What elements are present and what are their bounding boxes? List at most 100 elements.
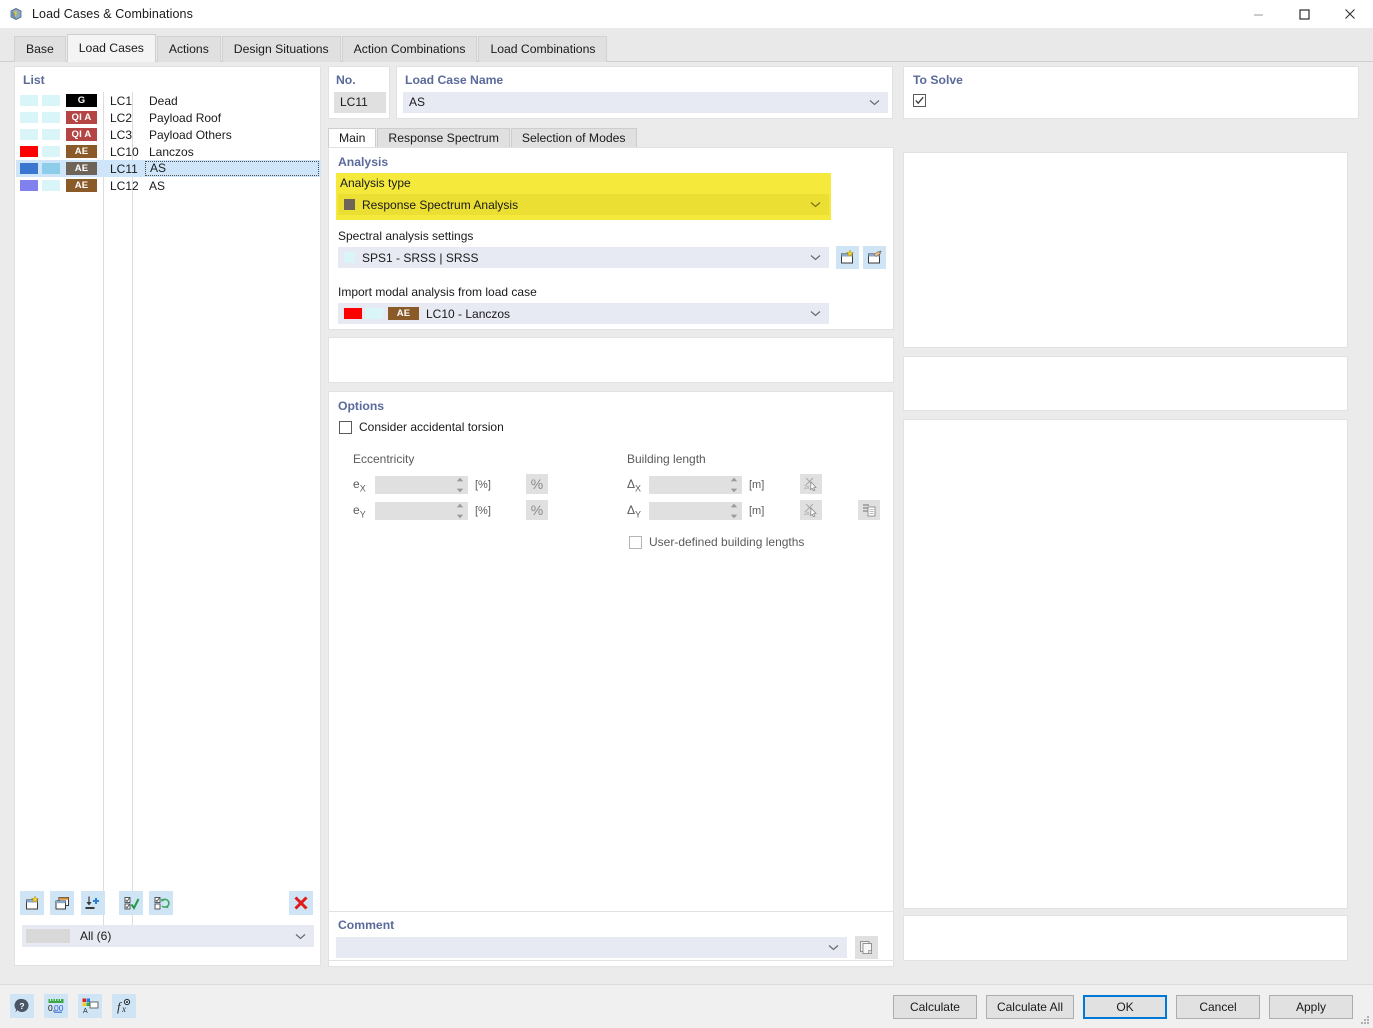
row-color-swatch-2: [42, 95, 60, 106]
delete-load-case-button[interactable]: [289, 891, 313, 915]
building-length-x-unit: [m]: [749, 479, 765, 491]
row-category-badge: QI A: [66, 111, 97, 124]
import-modal-value: LC10 - Lanczos: [426, 306, 511, 321]
list-item[interactable]: G LC1 Dead: [16, 92, 321, 109]
help-icon[interactable]: ?: [10, 994, 34, 1018]
svg-text:A: A: [83, 1008, 88, 1015]
copy-load-case-button[interactable]: [50, 891, 75, 915]
row-category-badge: AE: [66, 179, 97, 192]
analysis-spacer-card: [328, 337, 894, 383]
eccentricity-x-input[interactable]: [375, 476, 468, 494]
select-all-button[interactable]: [119, 891, 144, 915]
consider-accidental-torsion-row[interactable]: Consider accidental torsion: [339, 420, 504, 434]
calculate-button[interactable]: Calculate: [892, 995, 977, 1019]
spinner-arrows-icon[interactable]: [729, 477, 738, 493]
load-case-name-combo[interactable]: AS: [403, 92, 888, 113]
list-item[interactable]: QI A LC2 Payload Roof: [16, 109, 321, 126]
spectral-analysis-settings-combo[interactable]: SPS1 - SRSS | SRSS: [338, 247, 829, 268]
eccentricity-x-percent-button[interactable]: %: [526, 474, 548, 494]
svg-text:?: ?: [19, 1001, 24, 1011]
tab-base[interactable]: Base: [14, 36, 66, 62]
row-load-case-name[interactable]: AS: [145, 179, 321, 193]
row-load-case-no: LC3: [110, 127, 133, 142]
spinner-arrows-icon[interactable]: [455, 503, 464, 519]
list-filter-combo[interactable]: All (6): [22, 925, 314, 947]
to-solve-label: To Solve: [913, 73, 963, 87]
consider-accidental-torsion-checkbox[interactable]: [339, 420, 352, 434]
list-item[interactable]: QI A LC3 Payload Others: [16, 126, 321, 143]
user-defined-building-lengths-checkbox[interactable]: [629, 535, 642, 549]
building-length-y-row: ΔY [m]: [627, 502, 764, 520]
chevron-down-icon: [828, 944, 839, 951]
import-badge: AE: [388, 307, 419, 320]
inner-tab-selection-of-modes[interactable]: Selection of Modes: [510, 128, 637, 147]
import-load-case-button[interactable]: [80, 891, 105, 915]
list-item[interactable]: AE LC11 AS: [16, 160, 321, 177]
tab-actions[interactable]: Actions: [156, 36, 221, 62]
maximize-button[interactable]: [1281, 0, 1327, 28]
import-modal-label: Import modal analysis from load case: [338, 285, 537, 299]
analysis-type-combo[interactable]: Response Spectrum Analysis: [338, 194, 829, 215]
new-spectral-settings-button[interactable]: [836, 246, 859, 269]
list-item[interactable]: AE LC10 Lanczos: [16, 143, 321, 160]
load-case-no-card: No. LC11: [328, 66, 390, 119]
window-controls: [1235, 0, 1373, 28]
invert-selection-button[interactable]: [149, 891, 174, 915]
row-load-case-name[interactable]: Dead: [145, 94, 321, 108]
right-panel-box-4: [903, 915, 1348, 961]
close-button[interactable]: [1327, 0, 1373, 28]
comment-label: Comment: [338, 918, 395, 932]
apply-button[interactable]: Apply: [1269, 995, 1353, 1019]
row-load-case-name[interactable]: Payload Others: [145, 128, 321, 142]
pick-building-length-x-button[interactable]: 2x: [800, 474, 822, 494]
tab-load-combinations[interactable]: Load Combinations: [478, 36, 608, 62]
formula-icon[interactable]: f x: [112, 994, 136, 1018]
list-item[interactable]: AE LC12 AS: [16, 177, 321, 194]
new-load-case-button[interactable]: [20, 891, 44, 915]
row-color-swatch-2: [42, 146, 60, 157]
row-load-case-no: LC1: [110, 93, 133, 108]
copy-building-lengths-button[interactable]: [858, 500, 880, 520]
units-icon[interactable]: 0, 00: [44, 994, 68, 1018]
minimize-button[interactable]: [1235, 0, 1281, 28]
ok-button[interactable]: OK: [1083, 995, 1167, 1019]
load-case-list-panel: List G LC1 Dead QI A LC2 Payload Roof QI A LC3 P…: [14, 66, 321, 966]
eccentricity-y-input[interactable]: [375, 502, 468, 520]
eccentricity-y-unit: [%]: [475, 505, 491, 517]
resize-grip[interactable]: [1358, 1013, 1370, 1025]
options-section-label: Options: [338, 399, 385, 413]
comment-library-button[interactable]: [855, 936, 878, 959]
cancel-button[interactable]: Cancel: [1176, 995, 1260, 1019]
building-length-x-input[interactable]: [649, 476, 742, 494]
building-length-group-label: Building length: [627, 452, 706, 466]
load-case-no-field[interactable]: LC11: [334, 92, 386, 113]
building-length-y-input[interactable]: [649, 502, 742, 520]
user-defined-building-lengths-row[interactable]: User-defined building lengths: [629, 535, 804, 549]
chevron-down-icon: [869, 99, 880, 106]
center-column: No. LC11 Load Case Name AS Main Response …: [328, 66, 899, 967]
svg-text:2x: 2x: [804, 511, 810, 517]
inner-tab-response-spectrum[interactable]: Response Spectrum: [377, 128, 510, 147]
comment-combo[interactable]: [336, 937, 847, 958]
row-load-case-name[interactable]: AS: [145, 161, 319, 176]
to-solve-checkbox[interactable]: [913, 94, 926, 107]
tab-load-cases[interactable]: Load Cases: [66, 34, 156, 62]
row-load-case-no: LC10: [110, 144, 139, 159]
edit-spectral-settings-button[interactable]: [863, 246, 886, 269]
spinner-arrows-icon[interactable]: [729, 503, 738, 519]
spinner-arrows-icon[interactable]: [455, 477, 464, 493]
inner-tab-main[interactable]: Main: [328, 128, 377, 147]
right-column: To Solve: [903, 66, 1359, 966]
row-category-badge: AE: [66, 145, 97, 158]
eccentricity-y-percent-button[interactable]: %: [526, 500, 548, 520]
eccentricity-y-label: eY: [353, 502, 366, 520]
calculate-all-button[interactable]: Calculate All: [985, 995, 1074, 1019]
row-load-case-name[interactable]: Lanczos: [145, 145, 321, 159]
tab-design-situations[interactable]: Design Situations: [221, 36, 341, 62]
import-modal-combo[interactable]: AE LC10 - Lanczos: [338, 303, 829, 324]
pick-building-length-y-button[interactable]: 2x: [800, 500, 822, 520]
consider-accidental-torsion-label: Consider accidental torsion: [359, 420, 504, 434]
row-load-case-name[interactable]: Payload Roof: [145, 111, 321, 125]
tab-action-combinations[interactable]: Action Combinations: [341, 36, 478, 62]
display-properties-icon[interactable]: A: [78, 994, 102, 1018]
